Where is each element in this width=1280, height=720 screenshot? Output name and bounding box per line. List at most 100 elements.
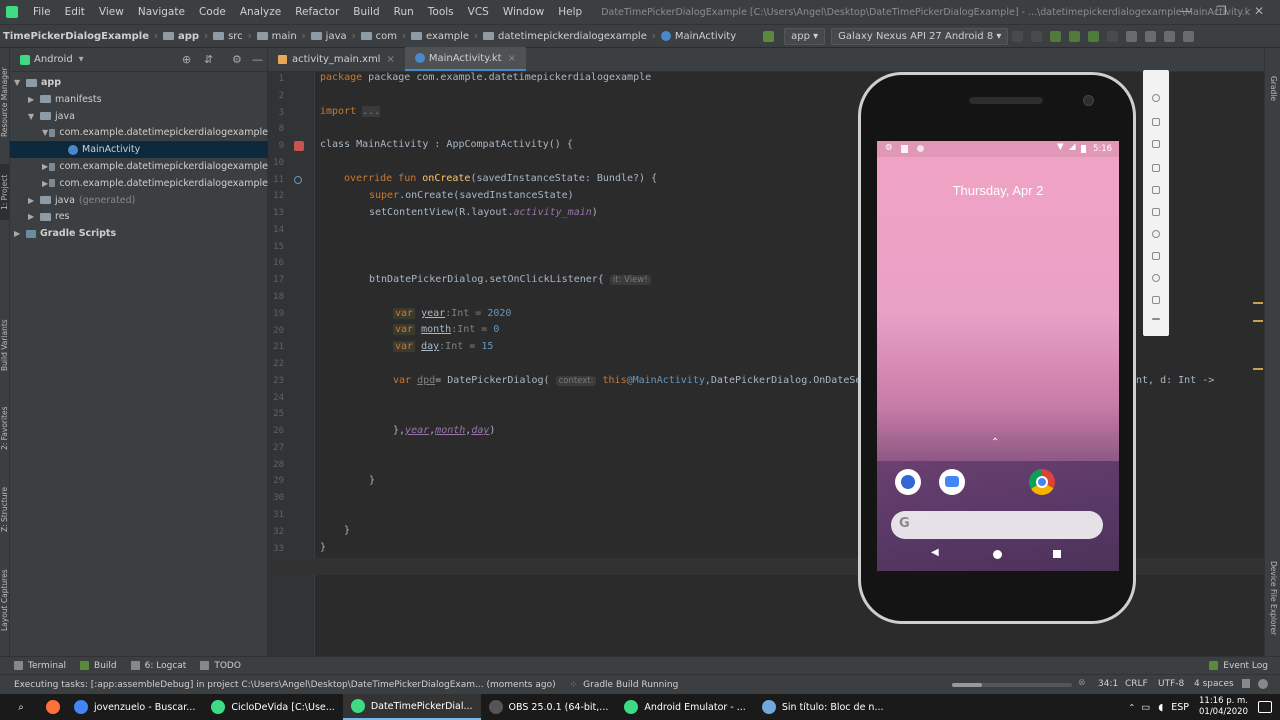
warning-stripe[interactable] bbox=[1253, 368, 1263, 370]
menu-build[interactable]: Build bbox=[346, 6, 386, 18]
chevron-down-icon[interactable]: ▼ bbox=[28, 112, 40, 121]
breadcrumb-mainactivity[interactable]: MainActivity bbox=[658, 31, 739, 42]
home-icon[interactable] bbox=[1152, 274, 1160, 282]
build-tab[interactable]: Build bbox=[80, 661, 117, 671]
lock-icon[interactable] bbox=[1242, 679, 1250, 688]
project-view-dropdown[interactable]: Android bbox=[34, 54, 73, 65]
attach-debugger-icon[interactable] bbox=[1088, 30, 1100, 42]
layout-captures-tab[interactable]: Layout Captures bbox=[0, 560, 10, 640]
chevron-right-icon[interactable]: ▶ bbox=[42, 179, 49, 188]
breadcrumb-java[interactable]: java bbox=[308, 31, 350, 42]
search-icon[interactable] bbox=[1183, 30, 1195, 42]
menu-tools[interactable]: Tools bbox=[421, 6, 461, 18]
indent-setting[interactable]: 4 spaces bbox=[1194, 679, 1234, 689]
taskbar-app[interactable]: Android Emulator - ... bbox=[616, 694, 753, 720]
rotate-right-icon[interactable] bbox=[1152, 186, 1160, 194]
tree-item[interactable]: ▶ com.example.datetimepickerdialogexample bbox=[10, 175, 268, 192]
tree-item[interactable]: ▶ com.example.datetimepickerdialogexample bbox=[10, 158, 268, 175]
breakpoint-marker-icon[interactable] bbox=[294, 141, 304, 151]
date-widget[interactable]: Thursday, Apr 2 bbox=[877, 183, 1119, 198]
caret-position[interactable]: 34:1 bbox=[1098, 679, 1118, 689]
camera-screenshot-icon[interactable] bbox=[1152, 208, 1160, 216]
hammer-icon[interactable] bbox=[763, 30, 775, 42]
menu-refactor[interactable]: Refactor bbox=[288, 6, 346, 18]
menu-code[interactable]: Code bbox=[192, 6, 233, 18]
project-tab[interactable]: 1: Project bbox=[0, 164, 10, 220]
volume-up-icon[interactable] bbox=[1152, 118, 1160, 126]
language-indicator[interactable]: ESP bbox=[1171, 702, 1189, 713]
menu-help[interactable]: Help bbox=[551, 6, 589, 18]
gear-icon[interactable]: ⚙ bbox=[232, 53, 242, 66]
tab-mainactivity-kt[interactable]: MainActivity.kt × bbox=[404, 47, 526, 71]
rotate-left-icon[interactable] bbox=[1152, 164, 1160, 172]
build-variants-tab[interactable]: Build Variants bbox=[0, 310, 10, 380]
target-icon[interactable]: ⊕ bbox=[182, 53, 191, 66]
sdk-manager-icon[interactable] bbox=[1164, 30, 1176, 42]
status-message[interactable]: Executing tasks: [:app:assembleDebug] in… bbox=[14, 680, 556, 690]
breadcrumb-project[interactable]: TimePickerDialogExample bbox=[0, 31, 152, 42]
zoom-icon[interactable] bbox=[1152, 230, 1160, 238]
chevron-right-icon[interactable]: ▶ bbox=[28, 212, 40, 221]
tree-item[interactable]: ▼ app bbox=[10, 74, 268, 91]
power-icon[interactable] bbox=[1152, 94, 1160, 102]
notification-center-icon[interactable] bbox=[1258, 701, 1272, 713]
breadcrumb-example[interactable]: example bbox=[408, 31, 472, 42]
more-icon[interactable] bbox=[1152, 318, 1160, 320]
profile-icon[interactable] bbox=[1069, 30, 1081, 42]
chevron-right-icon[interactable]: ▶ bbox=[28, 196, 40, 205]
menu-edit[interactable]: Edit bbox=[58, 6, 92, 18]
device-dropdown[interactable]: Galaxy Nexus API 27 Android 8 ▾ bbox=[831, 27, 1009, 45]
maximize-icon[interactable]: ❐ bbox=[1216, 4, 1227, 18]
inspector-icon[interactable] bbox=[1258, 679, 1268, 689]
tree-item[interactable]: ▶ Gradle Scripts bbox=[10, 225, 268, 242]
structure-tab[interactable]: Z: Structure bbox=[0, 480, 10, 540]
tree-item[interactable]: ▼ java bbox=[10, 108, 268, 125]
favorites-tab[interactable]: 2: Favorites bbox=[0, 398, 10, 458]
chevron-right-icon[interactable]: ▶ bbox=[28, 95, 40, 104]
terminal-tab[interactable]: Terminal bbox=[14, 661, 66, 671]
breadcrumb-main[interactable]: main bbox=[254, 31, 300, 42]
overview-button-icon[interactable] bbox=[1053, 550, 1061, 558]
close-icon[interactable]: ✕ bbox=[1254, 4, 1264, 18]
logcat-tab[interactable]: 6: Logcat bbox=[130, 661, 186, 671]
file-encoding[interactable]: UTF-8 bbox=[1158, 679, 1184, 689]
device-file-explorer-tab[interactable]: Device File Explorer bbox=[1268, 548, 1278, 648]
line-separator[interactable]: CRLF bbox=[1125, 679, 1148, 689]
resource-manager-tab[interactable]: Resource Manager bbox=[0, 56, 10, 148]
menu-vcs[interactable]: VCS bbox=[461, 6, 496, 18]
overview-icon[interactable] bbox=[1152, 296, 1160, 304]
tray-chevron-icon[interactable]: ⌃ bbox=[1129, 703, 1136, 712]
menu-navigate[interactable]: Navigate bbox=[131, 6, 192, 18]
warning-stripe[interactable] bbox=[1253, 320, 1263, 322]
run-icon[interactable] bbox=[1012, 30, 1024, 42]
menu-run[interactable]: Run bbox=[387, 6, 421, 18]
tree-item[interactable]: MainActivity bbox=[10, 141, 268, 159]
breadcrumb-src[interactable]: src bbox=[210, 31, 246, 42]
hide-panel-icon[interactable]: — bbox=[252, 53, 263, 66]
avd-manager-icon[interactable] bbox=[1145, 30, 1157, 42]
phone-app-icon[interactable] bbox=[895, 469, 921, 495]
chevron-right-icon[interactable]: ▶ bbox=[14, 229, 26, 238]
taskbar-app[interactable]: CicloDeVida [C:\Use... bbox=[203, 694, 342, 720]
tree-item[interactable]: ▶ manifests bbox=[10, 91, 268, 108]
stop-icon[interactable] bbox=[1107, 30, 1119, 42]
apply-changes-icon[interactable] bbox=[1031, 30, 1043, 42]
todo-tab[interactable]: TODO bbox=[200, 661, 241, 671]
taskbar-app[interactable]: DateTimePickerDial... bbox=[342, 694, 481, 720]
chevron-down-icon[interactable]: ▼ bbox=[14, 78, 26, 87]
breadcrumb-package[interactable]: datetimepickerdialogexample bbox=[480, 31, 650, 42]
tree-item[interactable]: ▼ com.example.datetimepickerdialogexample bbox=[10, 124, 268, 141]
google-search-bar[interactable]: G bbox=[891, 511, 1103, 539]
taskbar-app[interactable]: jovenzuelo - Buscar... bbox=[66, 694, 203, 720]
warning-stripe[interactable] bbox=[1253, 302, 1263, 304]
home-button-icon[interactable] bbox=[993, 550, 1002, 559]
cancel-build-icon[interactable]: ⊗ bbox=[1078, 678, 1086, 688]
tab-activity-main-xml[interactable]: activity_main.xml × bbox=[268, 47, 405, 71]
taskbar-app[interactable]: Sin título: Bloc de n... bbox=[754, 694, 892, 720]
back-icon[interactable] bbox=[1152, 252, 1160, 260]
override-marker-icon[interactable] bbox=[294, 176, 302, 184]
chrome-app-icon[interactable] bbox=[1029, 469, 1055, 495]
debug-icon[interactable] bbox=[1050, 30, 1062, 42]
minimize-icon[interactable]: — bbox=[1180, 4, 1192, 18]
tree-item[interactable]: ▶ res bbox=[10, 208, 268, 225]
